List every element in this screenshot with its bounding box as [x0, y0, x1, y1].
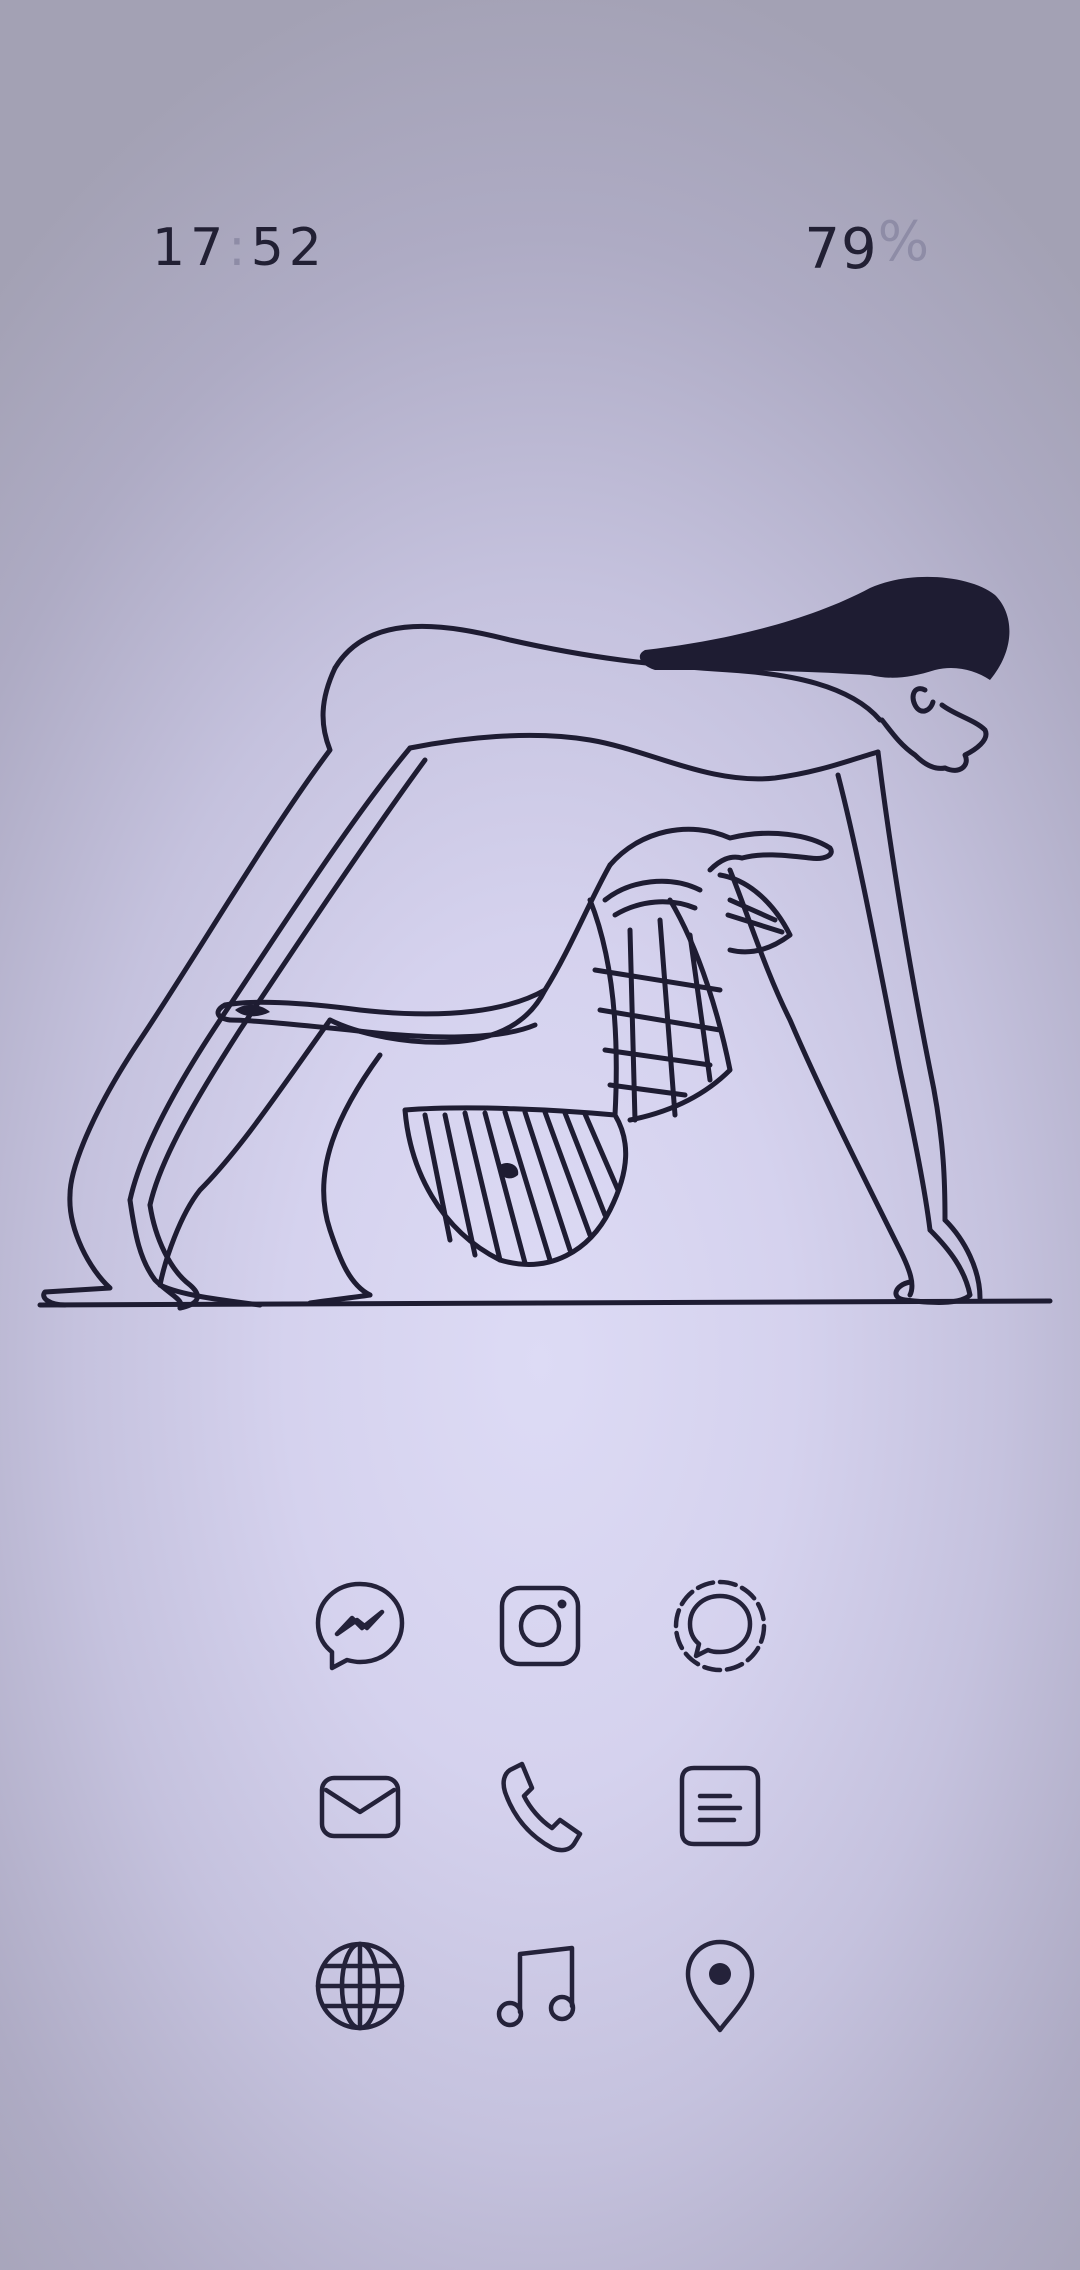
notes-icon [679, 1765, 761, 1847]
battery-percent-sign: % [877, 210, 930, 273]
battery-value: 79 [804, 217, 878, 282]
messenger-app[interactable] [310, 1576, 410, 1676]
notes-app[interactable] [670, 1756, 770, 1856]
app-icon-grid [300, 1566, 780, 2046]
battery-indicator: 79% [804, 215, 930, 278]
clock-minutes: 52 [250, 218, 327, 278]
clock-separator: : [228, 218, 251, 278]
signal-app[interactable] [670, 1576, 770, 1676]
maps-pin-icon [685, 1939, 755, 2033]
status-clock: 17:52 [152, 222, 327, 274]
phone-app[interactable] [490, 1756, 590, 1856]
instagram-app[interactable] [490, 1576, 590, 1676]
phone-icon [501, 1761, 583, 1853]
clock-hours: 17 [152, 218, 229, 278]
mail-app[interactable] [310, 1756, 410, 1856]
browser-globe-icon [315, 1941, 405, 2031]
mail-icon [319, 1775, 401, 1839]
music-app[interactable] [490, 1936, 590, 2036]
instagram-icon [499, 1585, 581, 1667]
messenger-icon [315, 1581, 405, 1671]
maps-app[interactable] [670, 1936, 770, 2036]
wallpaper-artwork [37, 576, 1053, 1311]
browser-app[interactable] [310, 1936, 410, 2036]
music-icon [496, 1945, 576, 2028]
signal-icon [673, 1579, 767, 1673]
